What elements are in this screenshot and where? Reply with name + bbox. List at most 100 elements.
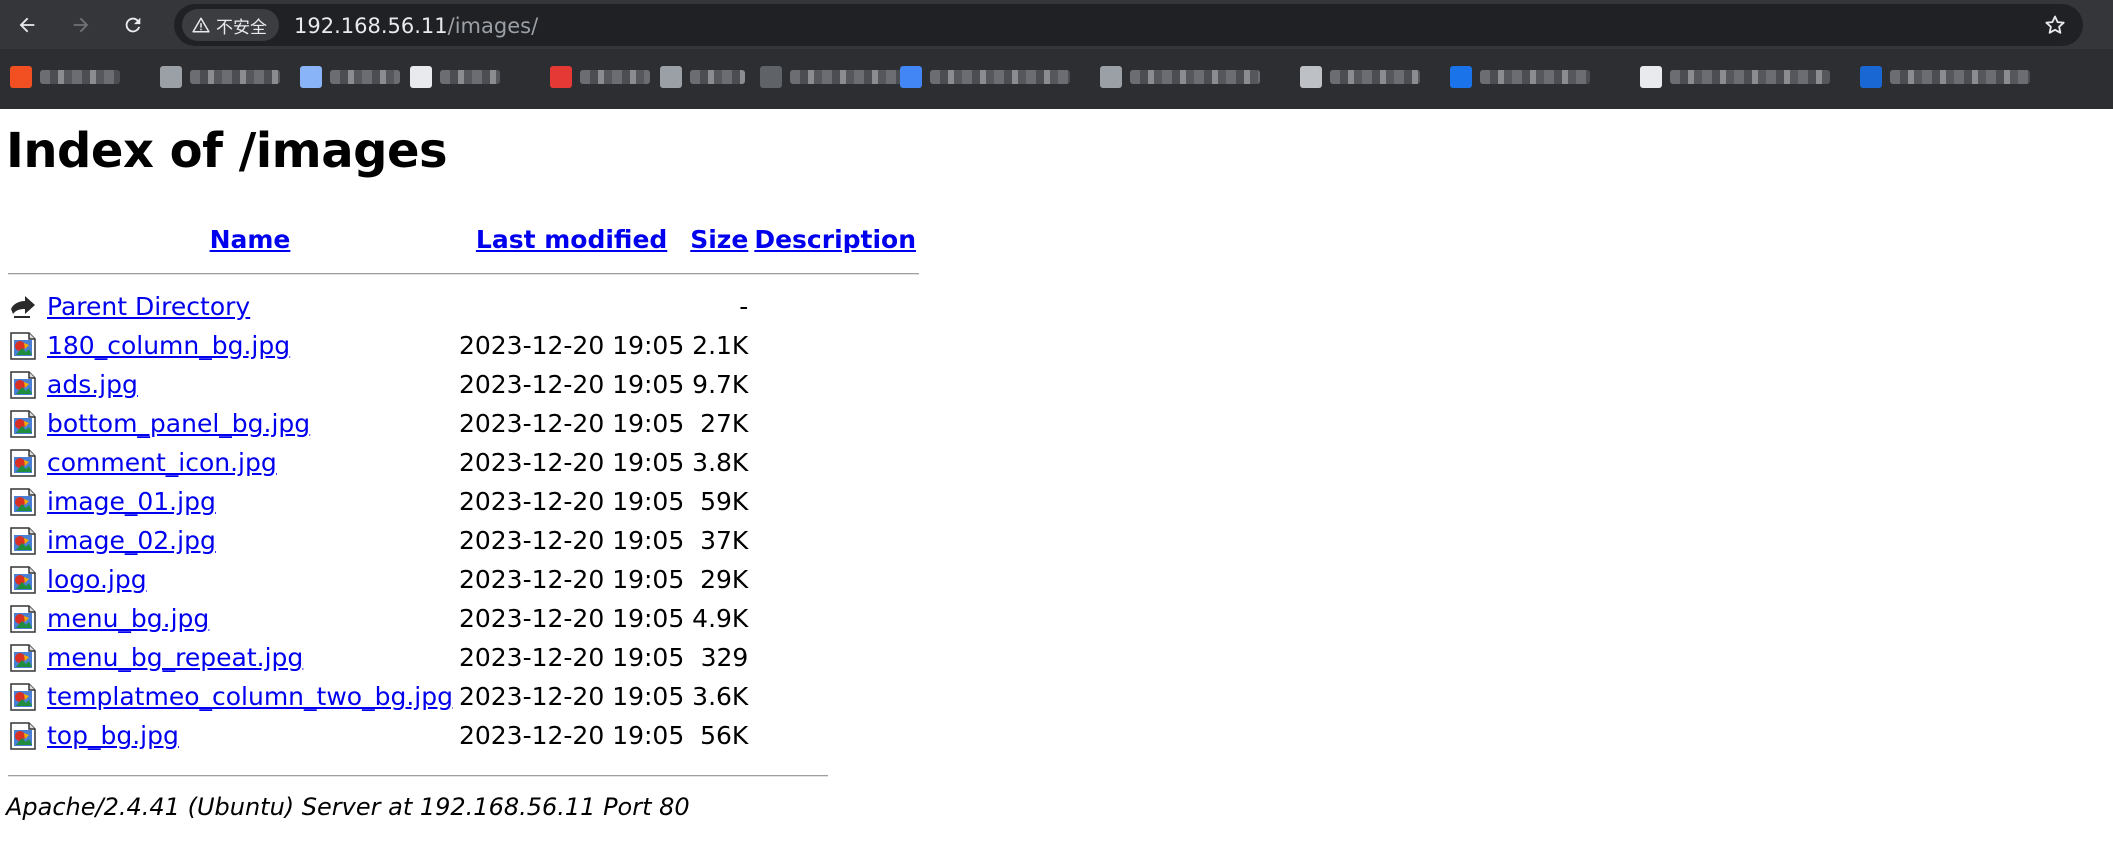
bookmark-favicon-icon — [1860, 66, 1882, 88]
image-file-icon — [8, 521, 44, 560]
bookmark-label — [580, 70, 650, 84]
file-link[interactable]: comment_icon.jpg — [47, 448, 277, 477]
address-bar[interactable]: 不安全 192.168.56.11/images/ — [174, 4, 2083, 46]
file-description-cell — [751, 482, 919, 521]
parent-directory-cell: Parent Directory — [44, 287, 456, 326]
back-button[interactable] — [10, 8, 44, 42]
bookmark-item[interactable] — [10, 63, 120, 91]
parent-size-cell: - — [739, 292, 749, 321]
security-indicator[interactable]: 不安全 — [182, 9, 279, 41]
file-row: comment_icon.jpg 2023-12-20 19:05 3.8K — [8, 443, 919, 482]
parent-description-cell — [751, 287, 919, 326]
file-modified-cell: 2023-12-20 19:05 — [458, 682, 685, 711]
image-file-icon — [8, 716, 44, 755]
forward-arrow-icon — [73, 17, 89, 33]
bookmark-item[interactable] — [300, 63, 400, 91]
url-text[interactable]: 192.168.56.11/images/ — [294, 14, 538, 38]
back-arrow-icon — [19, 17, 35, 33]
bookmark-label — [190, 70, 280, 84]
browser-toolbar: 不安全 192.168.56.11/images/ — [0, 0, 2113, 49]
star-icon — [2045, 15, 2065, 34]
bookmark-item[interactable] — [760, 63, 910, 91]
image-file-icon — [8, 326, 44, 365]
file-link[interactable]: ads.jpg — [47, 370, 138, 399]
bookmark-item[interactable] — [1860, 63, 2030, 91]
parent-directory-row: Parent Directory - — [8, 287, 919, 326]
bookmark-item[interactable] — [660, 63, 745, 91]
header-divider — [8, 261, 920, 287]
file-row: logo.jpg 2023-12-20 19:05 29K — [8, 560, 919, 599]
bookmark-label — [690, 70, 745, 84]
bookmark-favicon-icon — [1100, 66, 1122, 88]
bookmark-favicon-icon — [1300, 66, 1322, 88]
page-title: Index of /images — [6, 123, 448, 179]
file-size-cell: 3.6K — [692, 682, 749, 711]
file-description-cell — [751, 599, 919, 638]
bookmark-item[interactable] — [160, 63, 280, 91]
file-row: top_bg.jpg 2023-12-20 19:05 56K — [8, 716, 919, 755]
file-modified-cell: 2023-12-20 19:05 — [458, 643, 685, 672]
bookmark-item[interactable] — [410, 63, 500, 91]
bookmark-item[interactable] — [1640, 63, 1830, 91]
back-arrow-icon — [8, 287, 44, 326]
url-host: 192.168.56.11 — [294, 14, 448, 38]
file-size-cell: 329 — [700, 643, 749, 672]
url-path: /images/ — [447, 14, 539, 38]
file-link[interactable]: 180_column_bg.jpg — [47, 331, 290, 360]
sort-by-description-link[interactable]: Description — [754, 225, 916, 254]
bookmark-label — [440, 70, 500, 84]
file-modified-cell: 2023-12-20 19:05 — [458, 448, 685, 477]
file-description-cell — [751, 443, 919, 482]
file-link[interactable]: bottom_panel_bg.jpg — [47, 409, 310, 438]
image-file-icon — [8, 560, 44, 599]
file-modified-cell: 2023-12-20 19:05 — [458, 604, 685, 633]
file-modified-cell: 2023-12-20 19:05 — [458, 721, 685, 750]
file-name-cell: top_bg.jpg — [44, 716, 456, 755]
image-file-icon — [8, 677, 44, 716]
file-description-cell — [751, 404, 919, 443]
file-name-cell: menu_bg.jpg — [44, 599, 456, 638]
bookmark-label — [930, 70, 1070, 84]
bookmark-item[interactable] — [550, 63, 650, 91]
file-link[interactable]: top_bg.jpg — [47, 721, 179, 750]
file-link[interactable]: logo.jpg — [47, 565, 147, 594]
bookmark-item[interactable] — [900, 63, 1070, 91]
bookmark-label — [1330, 70, 1420, 84]
warning-triangle-icon — [192, 17, 210, 33]
image-file-icon — [8, 443, 44, 482]
file-name-cell: ads.jpg — [44, 365, 456, 404]
reload-button[interactable] — [116, 8, 150, 42]
file-modified-cell: 2023-12-20 19:05 — [458, 565, 685, 594]
parent-directory-link[interactable]: Parent Directory — [47, 292, 250, 321]
file-link[interactable]: image_01.jpg — [47, 487, 216, 516]
image-file-icon — [8, 365, 44, 404]
sort-by-last-modified-link[interactable]: Last modified — [476, 225, 667, 254]
sort-by-name-link[interactable]: Name — [210, 225, 291, 254]
name-column-header: Name — [44, 217, 456, 261]
file-row: 180_column_bg.jpg 2023-12-20 19:05 2.1K — [8, 326, 919, 365]
bookmark-item[interactable] — [1450, 63, 1590, 91]
description-column-header: Description — [751, 217, 919, 261]
file-link[interactable]: image_02.jpg — [47, 526, 216, 555]
file-modified-cell: 2023-12-20 19:05 — [458, 487, 685, 516]
last-modified-column-header: Last modified — [456, 217, 687, 261]
file-link[interactable]: menu_bg.jpg — [47, 604, 209, 633]
file-name-cell: menu_bg_repeat.jpg — [44, 638, 456, 677]
file-link[interactable]: menu_bg_repeat.jpg — [47, 643, 303, 672]
file-name-cell: comment_icon.jpg — [44, 443, 456, 482]
forward-button[interactable] — [64, 8, 98, 42]
bookmark-star-button[interactable] — [2041, 11, 2069, 39]
bookmark-item[interactable] — [1100, 63, 1260, 91]
bookmark-label — [40, 70, 120, 84]
sort-by-size-link[interactable]: Size — [690, 225, 748, 254]
bookmark-label — [790, 70, 910, 84]
file-size-cell: 27K — [700, 409, 749, 438]
file-link[interactable]: templatmeo_column_two_bg.jpg — [47, 682, 453, 711]
bookmark-favicon-icon — [660, 66, 682, 88]
image-file-icon — [8, 638, 44, 677]
file-name-cell: image_02.jpg — [44, 521, 456, 560]
file-row: image_02.jpg 2023-12-20 19:05 37K — [8, 521, 919, 560]
bookmark-item[interactable] — [1300, 63, 1420, 91]
file-name-cell: bottom_panel_bg.jpg — [44, 404, 456, 443]
bookmark-label — [330, 70, 400, 84]
